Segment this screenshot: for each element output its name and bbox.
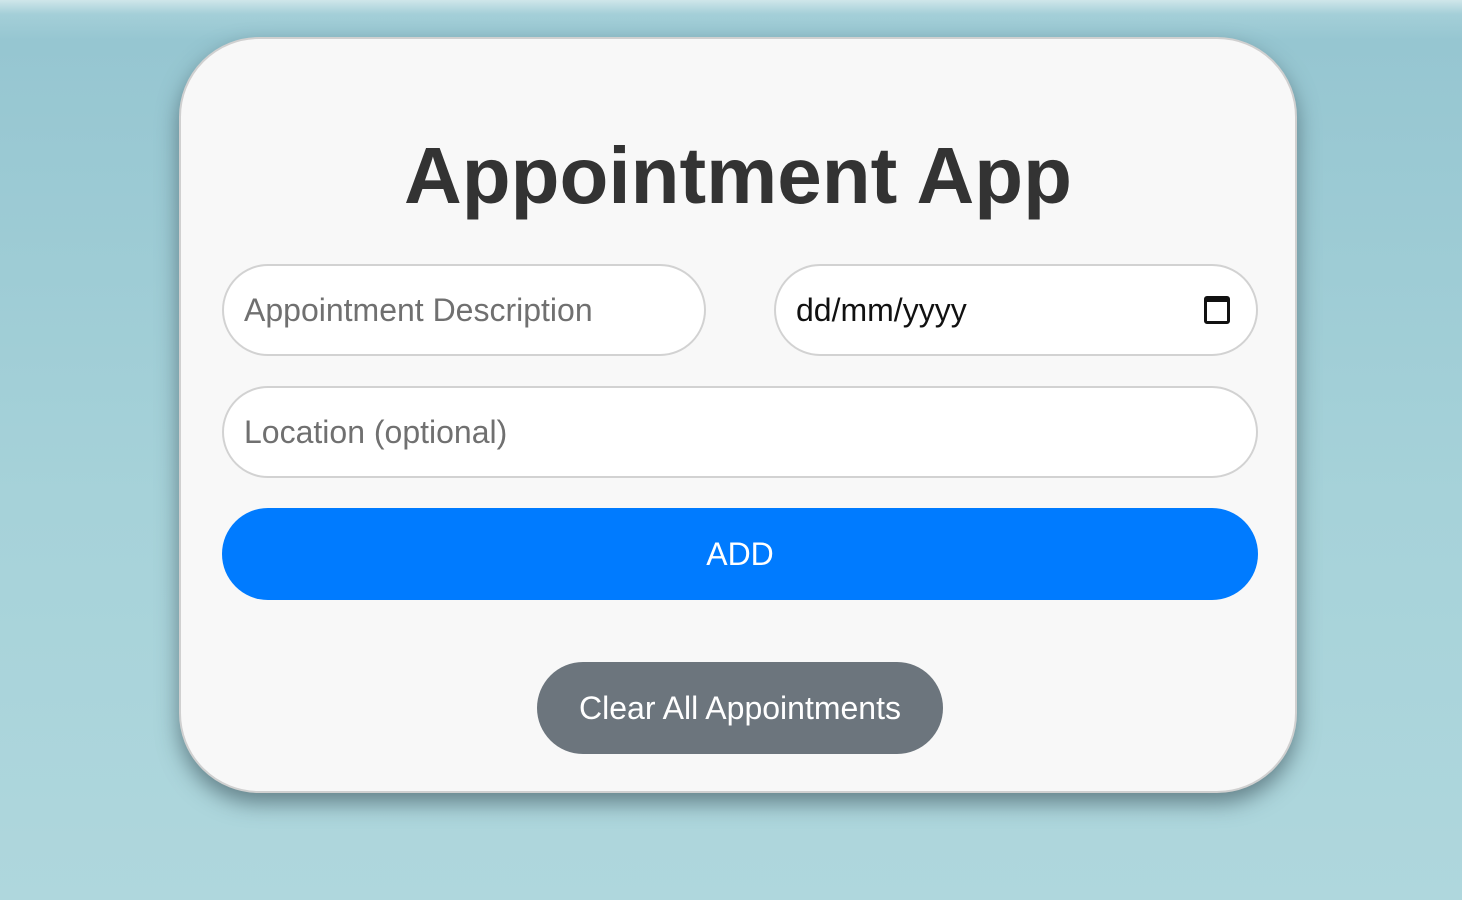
description-field[interactable]: [222, 264, 706, 356]
appointment-card: Appointment App dd/mm/yyyy ADD Clear All…: [179, 37, 1297, 793]
add-button[interactable]: ADD: [222, 508, 1258, 600]
location-input[interactable]: [244, 413, 1236, 451]
date-input-text[interactable]: dd/mm/yyyy: [796, 292, 967, 329]
clear-all-appointments-button[interactable]: Clear All Appointments: [537, 662, 943, 754]
description-input[interactable]: [244, 291, 684, 329]
page-title: Appointment App: [403, 131, 1072, 220]
calendar-icon[interactable]: [1204, 296, 1230, 324]
date-field[interactable]: dd/mm/yyyy: [774, 264, 1258, 356]
location-field[interactable]: [222, 386, 1258, 478]
